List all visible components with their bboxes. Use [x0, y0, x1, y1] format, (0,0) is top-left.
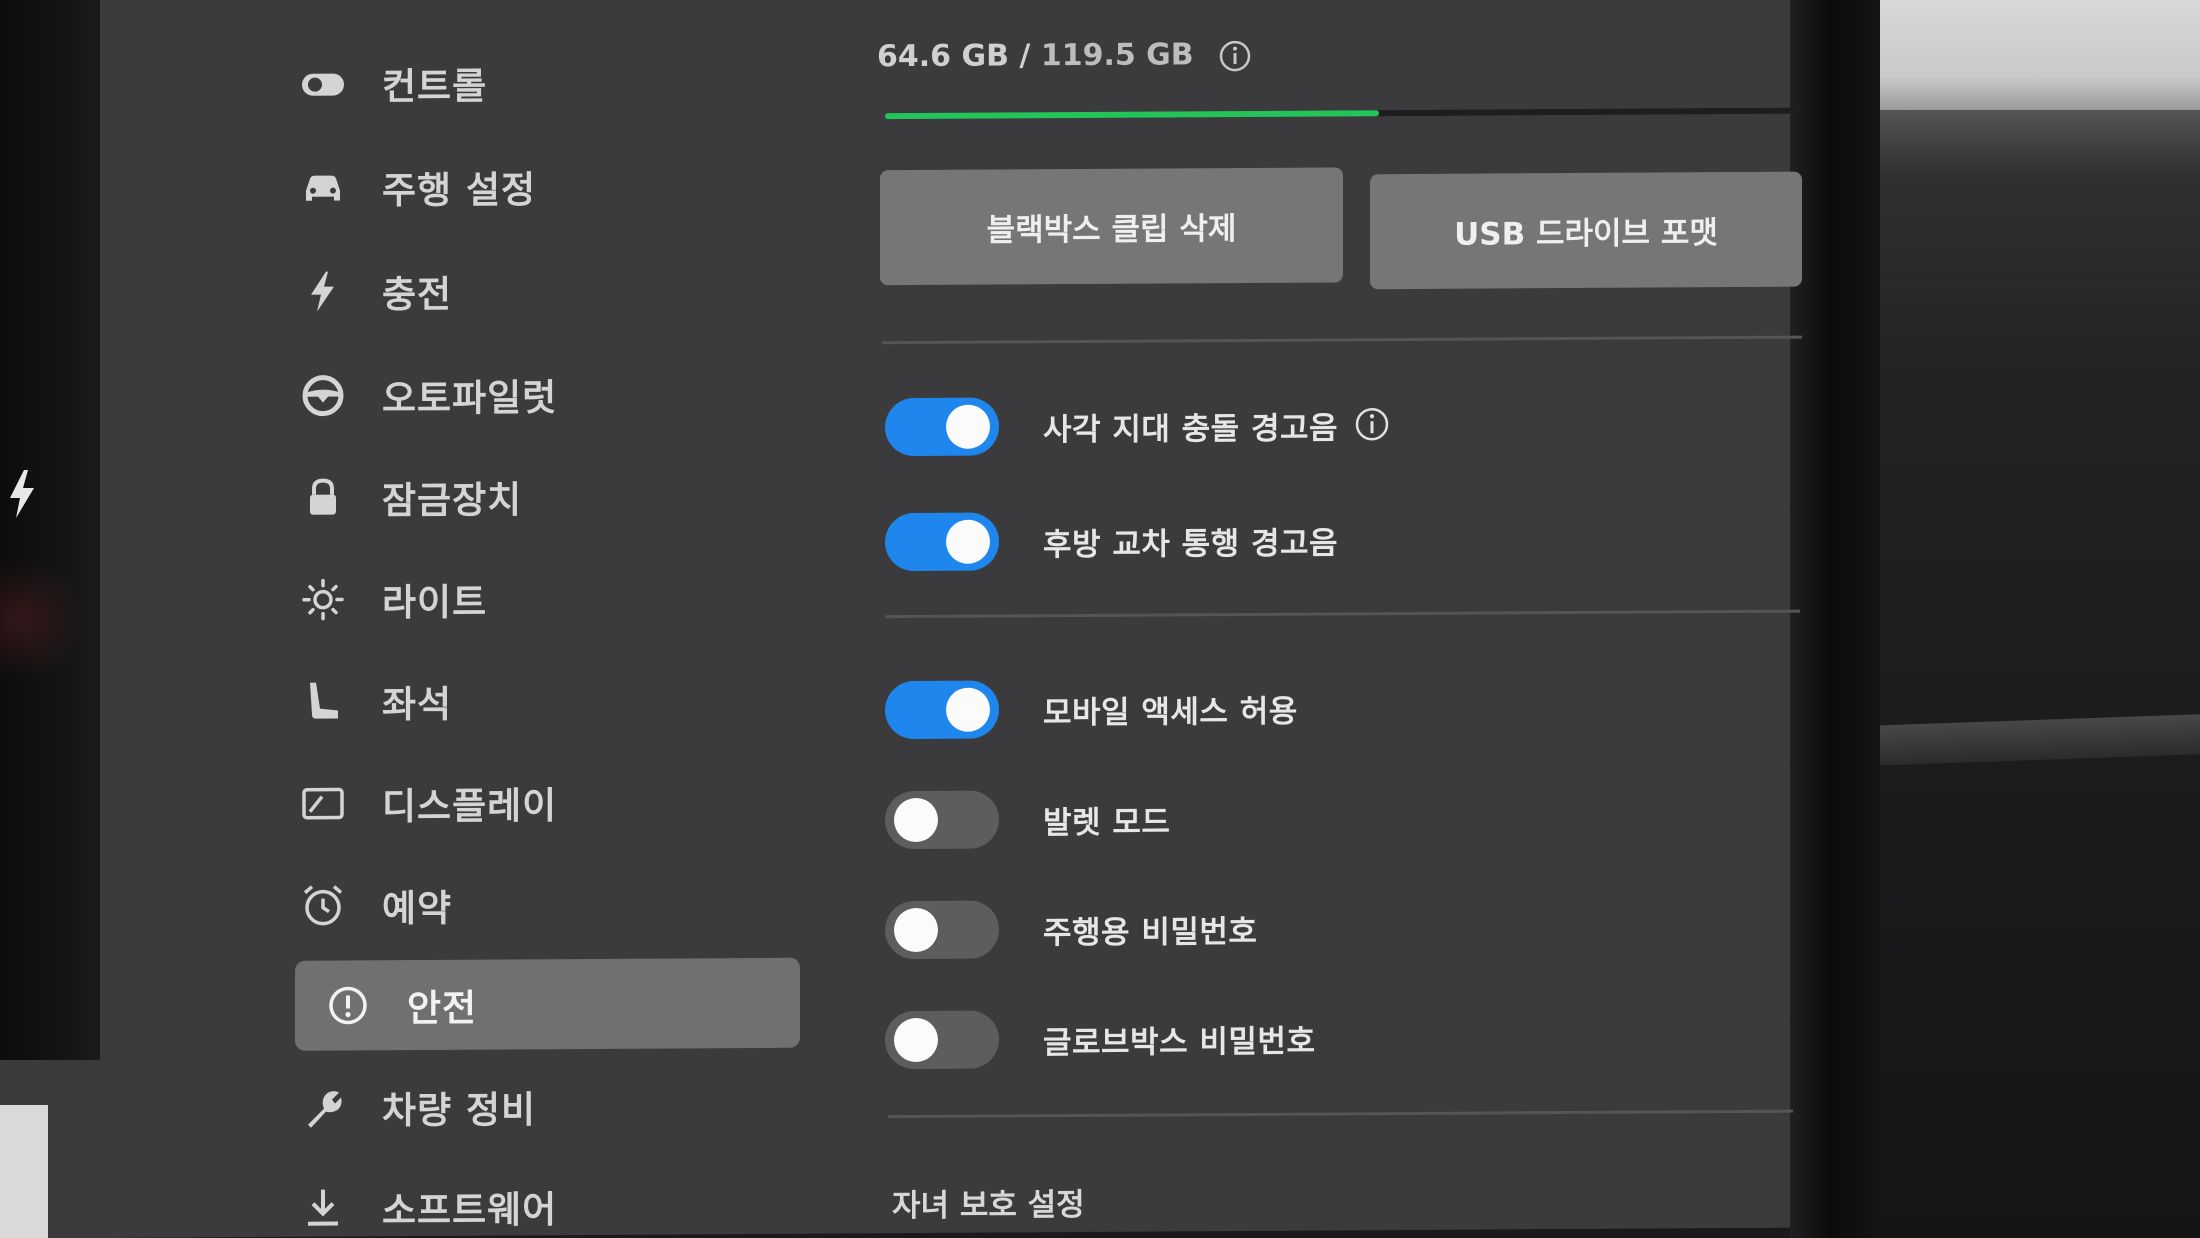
sidebar-item-lights[interactable]: 라이트	[195, 552, 705, 645]
toggle-knob	[894, 907, 938, 953]
sidebar-item-label: 잠금장치	[382, 478, 523, 523]
seat-icon	[300, 678, 346, 724]
lock-icon	[300, 474, 346, 520]
lightning-icon	[10, 470, 34, 518]
sidebar-item-label: 소프트웨어	[382, 1188, 558, 1233]
toggle-label: 글로브박스 비밀번호	[1043, 1023, 1316, 1061]
pin-to-drive-toggle[interactable]	[885, 900, 999, 960]
toggle-label: 주행용 비밀번호	[1043, 913, 1258, 951]
sidebar-item-software[interactable]: 소프트웨어	[195, 1160, 705, 1238]
car-icon	[300, 164, 346, 210]
alert-circle-icon	[325, 982, 371, 1028]
sidebar-item-label: 주행 설정	[382, 168, 537, 213]
toggle-knob	[894, 1017, 938, 1063]
sun-icon	[300, 576, 346, 622]
toggle-label: 발렛 모드	[1043, 803, 1171, 841]
lightning-icon	[300, 268, 346, 314]
toggle-knob	[946, 519, 990, 564]
sidebar-item-seats[interactable]: 좌석	[195, 654, 705, 747]
toggle-knob	[894, 797, 938, 843]
storage-usage-text: 64.6 GB / 119.5 GB	[877, 37, 1252, 75]
divider	[885, 609, 1800, 619]
storage-separator: /	[1019, 38, 1031, 74]
toggle-label: 사각 지대 충돌 경고음	[1043, 409, 1339, 448]
mobile-access-row: 모바일 액세스 허용	[885, 673, 1298, 746]
valet-mode-row: 발렛 모드	[885, 783, 1170, 855]
blind-spot-chime-row: 사각 지대 충돌 경고음	[885, 389, 1390, 462]
sidebar-item-display[interactable]: 디스플레이	[195, 756, 705, 849]
sidebar-item-driving[interactable]: 주행 설정	[195, 140, 705, 233]
sidebar-item-label: 라이트	[382, 580, 488, 625]
delete-dashcam-clips-button[interactable]: 블랙박스 클립 삭제	[880, 167, 1343, 286]
toggle-icon	[300, 60, 346, 106]
sidebar-item-label: 예약	[382, 886, 453, 931]
divider	[888, 1109, 1793, 1119]
rear-cross-traffic-chime-row: 후방 교차 통행 경고음	[885, 504, 1338, 577]
sidebar-item-controls[interactable]: 컨트롤	[195, 36, 705, 129]
sidebar-item-locks[interactable]: 잠금장치	[195, 450, 705, 543]
settings-sidebar: 컨트롤 주행 설정 충전 오토파일럿 잠금장치 라이트 좌석 디스플레이 예약 …	[195, 36, 835, 1238]
sidebar-item-schedule[interactable]: 예약	[195, 858, 705, 951]
pin-to-drive-row: 주행용 비밀번호	[885, 893, 1257, 965]
info-icon[interactable]	[1354, 406, 1390, 442]
settings-screen: 컨트롤 주행 설정 충전 오토파일럿 잠금장치 라이트 좌석 디스플레이 예약 …	[100, 0, 1802, 1238]
sidebar-item-label: 차량 정비	[382, 1088, 537, 1133]
alarm-clock-icon	[300, 882, 346, 928]
safety-settings-panel: 64.6 GB / 119.5 GB 블랙박스 클립 삭제 USB 드라이브 포…	[770, 0, 1820, 1234]
left-bezel-glow	[0, 560, 90, 680]
toggle-knob	[946, 404, 990, 449]
display-icon	[300, 780, 346, 826]
format-usb-button[interactable]: USB 드라이브 포맷	[1370, 171, 1802, 290]
sidebar-item-label: 컨트롤	[382, 64, 488, 109]
storage-progress-bar	[885, 107, 1800, 120]
glovebox-pin-toggle[interactable]	[885, 1010, 999, 1070]
sidebar-item-label: 디스플레이	[382, 784, 558, 829]
photo-scene: 컨트롤 주행 설정 충전 오토파일럿 잠금장치 라이트 좌석 디스플레이 예약 …	[0, 0, 2200, 1238]
sidebar-item-autopilot[interactable]: 오토파일럿	[195, 348, 705, 441]
sidebar-item-label: 좌석	[382, 682, 453, 727]
rear-cross-traffic-chime-toggle[interactable]	[885, 512, 999, 572]
toggle-knob	[946, 687, 990, 732]
sidebar-item-safety[interactable]: 안전	[295, 957, 800, 1051]
toggle-label: 모바일 액세스 허용	[1043, 693, 1298, 731]
sidebar-item-label: 오토파일럿	[382, 376, 558, 421]
wrench-icon	[300, 1084, 346, 1130]
sidebar-item-charging[interactable]: 충전	[195, 244, 705, 337]
download-icon	[300, 1184, 346, 1230]
car-interior-window	[1880, 0, 2200, 110]
storage-total: 119.5 GB	[1040, 37, 1194, 74]
left-panel-card-light	[0, 1105, 48, 1238]
mobile-access-toggle[interactable]	[885, 680, 999, 740]
sidebar-item-label: 충전	[382, 272, 453, 317]
blind-spot-chime-toggle[interactable]	[885, 397, 999, 457]
glovebox-pin-row: 글로브박스 비밀번호	[885, 1003, 1315, 1076]
info-icon[interactable]	[1218, 38, 1252, 72]
toggle-label: 후방 교차 통행 경고음	[1043, 524, 1339, 563]
parental-controls-heading: 자녀 보호 설정	[892, 1186, 1085, 1225]
valet-mode-toggle[interactable]	[885, 790, 999, 850]
car-interior-background	[1880, 0, 2200, 1238]
sidebar-item-service[interactable]: 차량 정비	[195, 1060, 705, 1153]
storage-progress-fill	[885, 110, 1380, 120]
storage-used: 64.6 GB	[877, 38, 1009, 75]
divider	[882, 335, 1802, 345]
steering-wheel-icon	[300, 372, 346, 418]
sidebar-item-label: 안전	[407, 986, 478, 1031]
